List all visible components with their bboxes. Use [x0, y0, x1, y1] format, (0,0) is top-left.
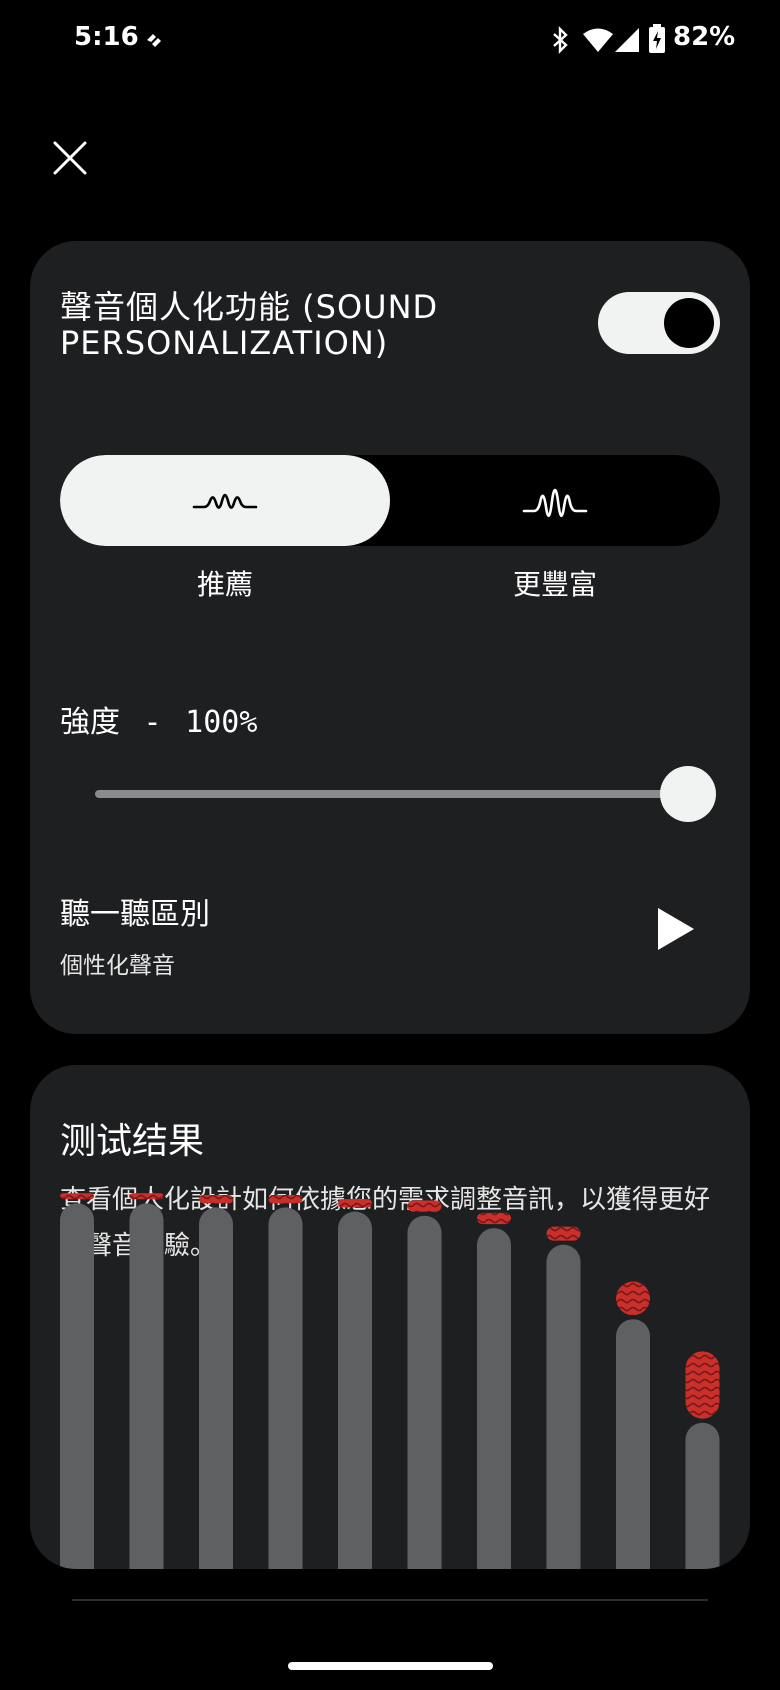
intensity-separator: - — [143, 705, 162, 740]
test-results-card: 测试结果 查看個人化設計如何依據您的需求調整音訊，以獲得更好的聲音體驗。 — [30, 1065, 750, 1569]
result-bar-10 — [685, 1422, 720, 1569]
result-adjust-4 — [268, 1195, 303, 1204]
intensity-label: 強度 - 100% — [60, 697, 257, 741]
intensity-title: 強度 — [60, 705, 120, 740]
close-icon[interactable] — [46, 134, 94, 182]
signal-icon — [615, 28, 639, 52]
intensity-value: 100% — [185, 705, 258, 740]
play-icon[interactable] — [654, 905, 698, 953]
status-bar: 5:16 82% — [0, 0, 780, 80]
status-time: 5:16 — [74, 22, 139, 52]
result-bar-6 — [407, 1215, 442, 1569]
intensity-slider-track[interactable] — [95, 790, 695, 798]
listen-difference-title: 聽一聽區別 — [60, 897, 210, 932]
intensity-slider-thumb[interactable] — [660, 766, 716, 822]
hearing-results-chart — [60, 1193, 720, 1569]
personalization-toggle[interactable] — [598, 292, 720, 354]
result-adjust-2 — [129, 1193, 164, 1200]
result-adjust-7 — [477, 1212, 511, 1225]
result-adjust-6 — [407, 1200, 442, 1212]
result-bar-2 — [129, 1203, 164, 1569]
result-adjust-10 — [685, 1351, 720, 1419]
result-bar-8 — [546, 1244, 581, 1569]
result-adjust-1 — [60, 1193, 94, 1200]
result-adjust-5 — [338, 1199, 372, 1208]
battery-charging-icon — [649, 24, 665, 53]
result-adjust-8 — [546, 1226, 581, 1241]
result-adjust-9 — [616, 1281, 650, 1316]
personalization-title: 聲音個人化功能 (SOUND PERSONALIZATION) — [60, 288, 439, 362]
result-adjust-3 — [199, 1195, 233, 1204]
home-indicator[interactable] — [288, 1662, 493, 1670]
option-richer-label: 更豐富 — [512, 568, 597, 601]
result-bar-4 — [268, 1207, 303, 1569]
toggle-knob — [664, 298, 714, 348]
bottom-divider — [72, 1599, 708, 1601]
soft-wave-icon — [192, 493, 258, 509]
sound-personalization-card: 聲音個人化功能 (SOUND PERSONALIZATION) 推薦 更豐富 強… — [30, 241, 750, 1034]
battery-percent: 82% — [673, 22, 736, 52]
wifi-icon — [583, 28, 613, 52]
result-bar-5 — [338, 1211, 372, 1569]
bluetooth-icon — [553, 26, 568, 54]
data-saver-icon — [147, 34, 161, 47]
option-recommended[interactable] — [60, 455, 390, 546]
result-bar-1 — [60, 1203, 94, 1569]
option-recommended-label: 推薦 — [196, 568, 253, 601]
mode-segmented-control — [60, 455, 720, 546]
result-bar-9 — [616, 1319, 650, 1569]
listen-difference-subtitle: 個性化聲音 — [60, 953, 175, 979]
result-bar-7 — [477, 1228, 511, 1569]
result-bar-3 — [199, 1207, 233, 1569]
rich-wave-icon — [522, 488, 588, 517]
option-richer[interactable] — [390, 455, 720, 546]
